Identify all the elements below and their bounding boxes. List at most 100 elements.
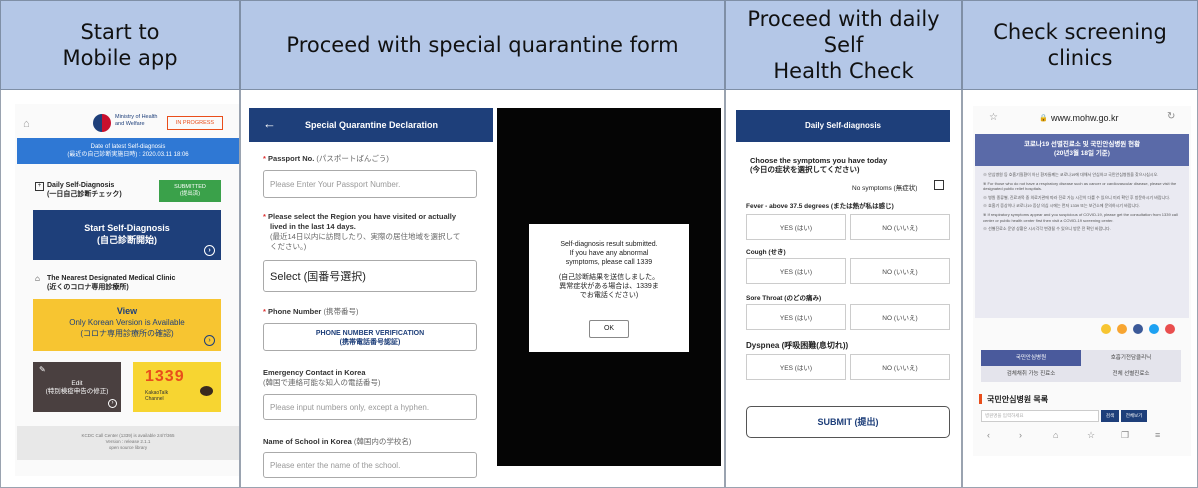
cough-yes-button[interactable]: YES (はい) [746, 258, 846, 284]
school-label-text: Name of School in Korea [263, 437, 352, 446]
sore-throat-yes-button[interactable]: YES (はい) [746, 304, 846, 330]
clinic-note-5: ※ If respiratory symptoms appear and you… [983, 211, 1178, 223]
ministry-name: Ministry of Health and Welfare [115, 114, 158, 128]
forward-icon[interactable]: › [1019, 430, 1022, 440]
refresh-icon[interactable]: ↻ [1167, 111, 1175, 122]
chat-bubble-icon [200, 386, 213, 396]
hospital-search-placeholder: 병원명을 입력하세요 [985, 413, 1024, 418]
daily-diagnosis-sub: (一日自己診断チェック) [47, 191, 122, 198]
phone-screen-app: ⌂ Ministry of Health and Welfare IN PROG… [15, 104, 239, 476]
edit-title: Edit [71, 380, 83, 387]
passport-input[interactable]: Please Enter Your Passport Number. [263, 170, 477, 198]
symptom-sore-throat-label: Sore Throat (のどの痛み) [746, 295, 822, 302]
phone-verification-button[interactable]: PHONE NUMBER VERIFICATION (携帯電話番号認証) [263, 323, 477, 351]
phone-label-text: Phone Number [268, 307, 322, 316]
lock-icon: 🔒 [1039, 115, 1048, 122]
dialog-backdrop: Self-diagnosis result submitted. If you … [497, 108, 721, 466]
clinic-banner-title: 코로나19 선별진료소 및 국민안심병원 현황 [1023, 141, 1141, 148]
emergency-placeholder: Please input numbers only, except a hyph… [270, 402, 430, 412]
form-title: Special Quarantine Declaration [305, 120, 439, 130]
nearest-clinic-title: The Nearest Designated Medical Clinic [47, 275, 176, 282]
dialog-jp2: 異常症状がある場合は、1339ま [559, 283, 659, 290]
arrow-right-icon: › [204, 335, 215, 346]
dyspnea-no-button[interactable]: NO (いいえ) [850, 354, 950, 380]
no-symptoms-label: No symptoms (無症状) [852, 185, 918, 192]
region-select[interactable]: Select (国番号選択) [263, 260, 477, 292]
clinic-banner: 코로나19 선별진료소 및 국민안심병원 현황 (20년3월 18일 기준) [975, 134, 1189, 166]
view-all-button[interactable]: 전체보기 [1121, 410, 1147, 422]
hospital-search-input[interactable]: 병원명을 입력하세요 [981, 410, 1099, 422]
fever-yes-button[interactable]: YES (はい) [746, 214, 846, 240]
link-share-icon[interactable] [1165, 324, 1175, 334]
dialog-ok-text: OK [603, 325, 615, 332]
tab-sampling-clinic[interactable]: 검체채취 가능 진료소 [981, 366, 1081, 382]
submit-button[interactable]: SUBMIT (提出) [746, 406, 950, 438]
tab-all-clinics-label: 전체 선별진료소 [1112, 371, 1150, 377]
school-name-input[interactable]: Please enter the name of the school. [263, 452, 477, 478]
bookmark-star-icon[interactable]: ☆ [989, 112, 998, 123]
sore-throat-no-button[interactable]: NO (いいえ) [850, 304, 950, 330]
choose-symptoms-jp: (今日の症状を選択してください) [750, 165, 860, 174]
header-self-health: Proceed with daily Self Health Check [725, 0, 962, 90]
dialog-ok-button[interactable]: OK [589, 320, 629, 338]
panel-daily-check: Daily Self-diagnosis Choose the symptoms… [725, 90, 962, 488]
header-start-app-line1: Start to [80, 20, 160, 44]
browser-nav-bar: ‹ › ⌂ ☆ ❐ ≡ [973, 426, 1191, 448]
header-screening-clinics: Check screening clinics [962, 0, 1198, 90]
region-label-jp1: (最近14日以内に訪問したり、実際の居住地域を選択して [270, 232, 461, 241]
passport-label: * Passport No. (パスポートばんごう) [263, 154, 389, 163]
arrow-right-icon: › [204, 245, 215, 256]
start-self-diagnosis-button[interactable]: Start Self-Diagnosis (自己診断開始) › [33, 210, 221, 260]
dialog-line1: Self-diagnosis result submitted. [560, 241, 658, 248]
school-placeholder: Please enter the name of the school. [270, 460, 401, 470]
cough-no-text: NO (いいえ) [882, 269, 918, 276]
region-label-line1: Please select the Region you have visite… [268, 212, 457, 221]
submitted-badge-line1: SUBMITTED [174, 184, 206, 190]
cough-no-button[interactable]: NO (いいえ) [850, 258, 950, 284]
emergency-contact-input[interactable]: Please input numbers only, except a hyph… [263, 394, 477, 420]
browser-url[interactable]: www.mohw.go.kr [1051, 113, 1119, 123]
kakaostory-share-icon[interactable] [1117, 324, 1127, 334]
kakaotalk-hotline-button[interactable]: 1339 KakaoTalk Channel [133, 362, 221, 412]
back-arrow-icon[interactable]: ← [263, 116, 276, 131]
menu-icon[interactable]: ≡ [1155, 430, 1160, 440]
twitter-share-icon[interactable] [1149, 324, 1159, 334]
dyspnea-yes-button[interactable]: YES (はい) [746, 354, 846, 380]
clinic-notes: ※ 안심병원 등 호흡기질환이 아닌 환자들께는 코로나19에 대해서 안심하고… [975, 166, 1189, 318]
header-start-app-line2: Mobile app [62, 46, 178, 70]
back-icon[interactable]: ‹ [987, 430, 990, 440]
view-clinic-button[interactable]: View Only Korean Version is Available (コ… [33, 299, 221, 351]
clinic-note-4: ※ 호흡기 증상이나 코로나19 증상 의심 시에는 먼저 1339 또는 보건… [983, 203, 1140, 209]
fever-no-button[interactable]: NO (いいえ) [850, 214, 950, 240]
no-symptoms-checkbox[interactable] [934, 180, 944, 190]
search-button[interactable]: 검색 [1101, 410, 1119, 422]
bookmark-icon[interactable]: ☆ [1087, 430, 1095, 441]
kakao-share-icon[interactable] [1101, 324, 1111, 334]
edit-sub: (特別検疫申告の修正) [45, 388, 109, 395]
edit-declaration-button[interactable]: ✎ Edit (特別検疫申告の修正) › [33, 362, 121, 412]
symptom-dyspnea: Dyspnea (呼吸困難(息切れ)) YES (はい) NO (いいえ) [746, 340, 952, 380]
hospital-list-title: 국민안심병원 목록 [987, 395, 1049, 404]
daily-diagnosis-title: Daily Self-Diagnosis [47, 182, 115, 189]
latest-date-title: Date of latest Self-diagnosis [90, 144, 166, 150]
home-icon[interactable]: ⌂ [23, 118, 30, 130]
tabs-icon[interactable]: ❐ [1121, 430, 1129, 441]
emergency-label-jp: (韓国で連絡可能な知人の電話番号) [263, 378, 381, 387]
home-icon[interactable]: ⌂ [1053, 430, 1058, 440]
region-label: * Please select the Region you have visi… [263, 212, 461, 251]
school-label-jp: (韓国内の学校名) [353, 437, 412, 446]
symptom-dyspnea-label: Dyspnea (呼吸困難(息切れ)) [746, 341, 849, 350]
start-self-diagnosis-title: Start Self-Diagnosis [84, 223, 170, 233]
symptom-cough: Cough (せき) YES (はい) NO (いいえ) [746, 246, 952, 284]
phone-verification-jp: (携帯電話番号認証) [339, 339, 401, 346]
daily-title-bar: Daily Self-diagnosis [736, 110, 950, 142]
tab-respiratory-clinic[interactable]: 호흡기전담클리닉 [1081, 350, 1181, 366]
tab-safe-hospital[interactable]: 국민안심병원 [981, 350, 1081, 366]
status-badge-text: IN PROGRESS [175, 120, 215, 126]
tab-all-clinics[interactable]: 전체 선별진료소 [1081, 366, 1181, 382]
ministry-name-line1: Ministry of Health [115, 114, 158, 120]
clinic-banner-sub: (20년3월 18일 기준) [1054, 150, 1110, 157]
panel-quarantine-form: ← Special Quarantine Declaration * Passp… [240, 90, 725, 488]
facebook-share-icon[interactable] [1133, 324, 1143, 334]
sore-throat-no-text: NO (いいえ) [882, 315, 918, 322]
